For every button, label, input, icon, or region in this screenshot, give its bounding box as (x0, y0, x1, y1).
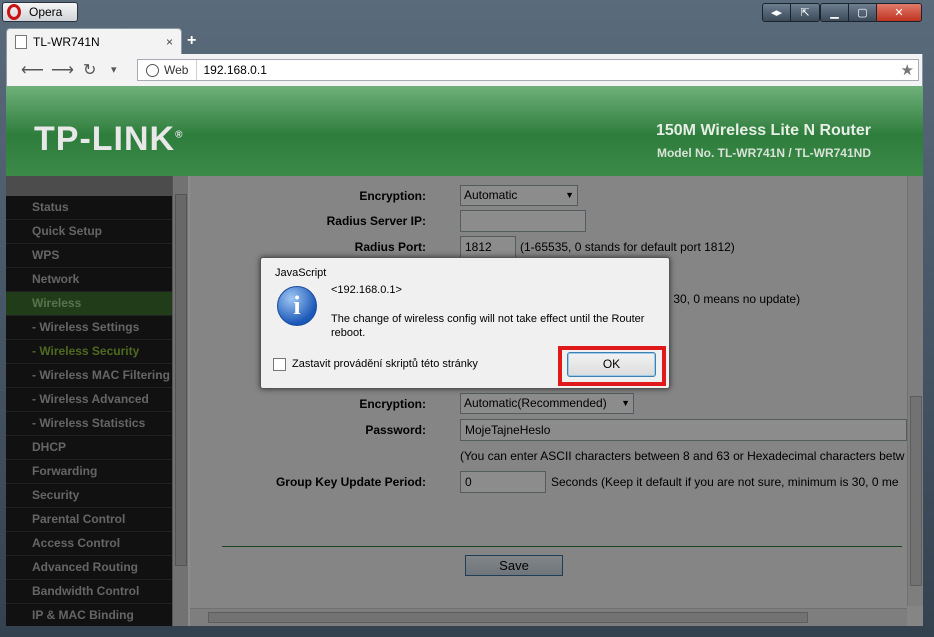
javascript-alert-dialog: JavaScript i <192.168.0.1> The change of… (260, 257, 670, 389)
tp-link-logo: TP-LINK® (34, 120, 184, 158)
fullscreen-icon[interactable]: ⇱ (791, 4, 819, 21)
page-favicon-icon (15, 34, 27, 49)
model-number: Model No. TL-WR741N / TL-WR741ND (656, 146, 871, 160)
globe-icon (146, 63, 159, 77)
star-icon[interactable]: ★ (901, 61, 914, 79)
navigation-bar: ⟵ ⟶ ↻ ▾ Web 192.168.0.1 ★ (6, 54, 923, 86)
title-bar: Opera ◂▸ ⇱ ▁ ▢ ✕ (0, 0, 934, 28)
tab-close-icon[interactable]: × (166, 35, 173, 49)
dialog-origin: <192.168.0.1> (331, 284, 402, 296)
minimize-icon[interactable]: ▁ (821, 4, 849, 21)
modal-overlay (6, 176, 923, 626)
web-badge[interactable]: Web (138, 60, 198, 80)
product-name: 150M Wireless Lite N Router (655, 122, 871, 139)
web-badge-label: Web (164, 63, 189, 77)
dialog-title: JavaScript (275, 267, 327, 279)
opera-menu-button[interactable]: Opera (2, 2, 78, 22)
browser-window: Opera ◂▸ ⇱ ▁ ▢ ✕ TL-WR741N × + ⟵ ⟶ ↻ ▾ W… (0, 0, 934, 637)
tab-tl-wr741n[interactable]: TL-WR741N × (6, 28, 182, 54)
new-tab-icon[interactable]: + (187, 32, 196, 50)
stop-scripts-label[interactable]: Zastavit provádění skriptů této stránky (292, 358, 478, 370)
forward-icon[interactable]: ⟶ (51, 60, 74, 80)
close-window-icon[interactable]: ✕ (877, 4, 921, 21)
reload-icon[interactable]: ↻ (83, 60, 96, 80)
stop-scripts-checkbox[interactable] (273, 358, 286, 371)
ok-button[interactable]: OK (567, 352, 656, 377)
history-dropdown-icon[interactable]: ▾ (111, 63, 117, 76)
address-bar[interactable]: Web 192.168.0.1 ★ (137, 59, 919, 81)
tab-title: TL-WR741N (33, 34, 100, 49)
window-controls: ▁ ▢ ✕ (820, 3, 922, 22)
panels-toggle-icon[interactable]: ◂▸ (763, 4, 791, 21)
tp-link-banner: TP-LINK® 150M Wireless Lite N Router Mod… (6, 86, 923, 176)
panel-buttons: ◂▸ ⇱ (762, 3, 820, 22)
opera-menu-label: Opera (29, 5, 63, 19)
maximize-icon[interactable]: ▢ (849, 4, 877, 21)
url-text[interactable]: 192.168.0.1 (203, 63, 266, 77)
back-icon[interactable]: ⟵ (21, 60, 44, 80)
opera-logo-icon (7, 4, 21, 20)
tab-strip: TL-WR741N × + (0, 28, 934, 54)
info-icon: i (277, 286, 317, 326)
dialog-message: The change of wireless config will not t… (331, 313, 645, 339)
